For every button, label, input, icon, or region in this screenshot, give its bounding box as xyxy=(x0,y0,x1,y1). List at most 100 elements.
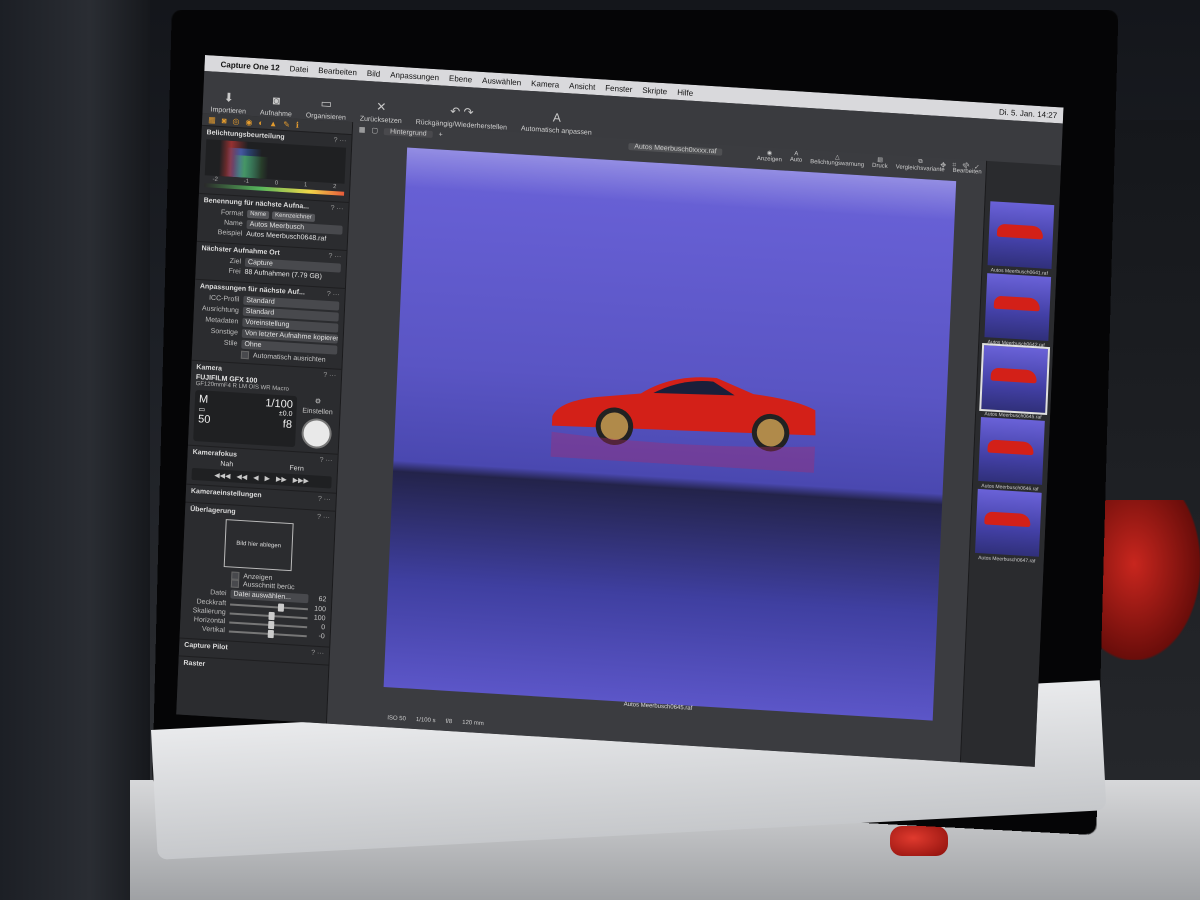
tab-color-icon[interactable]: ◉ xyxy=(245,117,252,126)
print-button[interactable]: ▤ Druck xyxy=(872,156,888,170)
adjustments-panel: Anpassungen für nächste Auf... ? ··· ICC… xyxy=(191,278,345,369)
thumbnail-car xyxy=(993,295,1041,312)
overlay-title-text: Überlagerung xyxy=(190,505,236,516)
slider-knob[interactable] xyxy=(267,629,274,638)
menu-app-name[interactable]: Capture One 12 xyxy=(220,59,279,72)
panel-help-icon[interactable]: ? ··· xyxy=(317,514,330,522)
camera-shutter[interactable]: 1/100 xyxy=(265,397,293,411)
grid-view-icon[interactable]: ▦ xyxy=(359,126,366,134)
auto-align-checkbox[interactable] xyxy=(240,350,250,360)
gear-icon[interactable]: ⚙ xyxy=(315,397,322,405)
tab-lens-icon[interactable]: ◎ xyxy=(232,116,239,125)
filmstrip-thumbnail[interactable]: Autos Meerbusch0642.raf xyxy=(984,273,1052,349)
tab-details-icon[interactable]: ▲ xyxy=(269,119,277,128)
folder-icon: ▭ xyxy=(320,96,333,111)
overlay-slider-value: -0 xyxy=(318,632,325,641)
tab-exposure-icon[interactable]: ◐ xyxy=(258,118,263,127)
menu-ebene[interactable]: Ebene xyxy=(449,73,472,83)
camera-settings-panel-title[interactable]: Kameraeinstellungen ? ··· xyxy=(191,488,331,504)
filmstrip-thumbnail[interactable]: Autos Meerbusch0647.raf xyxy=(975,488,1042,565)
format-token-name[interactable]: Name xyxy=(246,209,270,220)
focus-far-small-button[interactable]: ▶ xyxy=(264,474,270,482)
workspace: ▦ ◙ ◎ ◉ ◐ ▲ ✎ ℹ Belichtungsbeurteilung ?… xyxy=(176,112,1061,767)
overlay-panel-title[interactable]: Überlagerung ? ··· xyxy=(190,506,330,522)
add-icon[interactable]: + xyxy=(438,131,442,138)
scale-tick: 2 xyxy=(332,184,337,191)
exposure-warning-button[interactable]: △ Belichtungswarnung xyxy=(810,152,865,169)
focus-near-medium-button[interactable]: ◀◀ xyxy=(236,473,247,482)
reset-button[interactable]: ✕ Zurücksetzen xyxy=(360,99,403,126)
panel-help-icon[interactable]: ? ··· xyxy=(319,457,332,465)
import-button[interactable]: ⬇ Importieren xyxy=(210,89,246,115)
panel-help-icon[interactable]: ? ··· xyxy=(333,137,346,145)
slider-knob[interactable] xyxy=(268,611,275,620)
focus-far-medium-button[interactable]: ▶▶ xyxy=(276,475,287,484)
camera-side: ⚙ Einstellen xyxy=(299,396,335,450)
panel-help-icon[interactable]: ? ··· xyxy=(323,372,336,380)
auto-button[interactable]: A Auto xyxy=(790,151,803,165)
menu-anpassungen[interactable]: Anpassungen xyxy=(390,70,439,82)
thumbnail-label: Autos Meerbusch0647.raf xyxy=(978,555,1036,565)
panel-help-icon[interactable]: ? ··· xyxy=(330,205,343,213)
menu-bearbeiten[interactable]: Bearbeiten xyxy=(318,65,357,76)
slider-knob[interactable] xyxy=(278,602,285,612)
panel-help-icon[interactable]: ? ··· xyxy=(311,650,324,658)
slider-knob[interactable] xyxy=(268,620,275,629)
grid-panel-title[interactable]: Raster xyxy=(183,660,323,676)
overlay-crop-label: Ausschnitt berüc xyxy=(242,580,295,591)
menu-hilfe[interactable]: Hilfe xyxy=(677,87,693,97)
panel-help-icon[interactable]: ? ··· xyxy=(318,496,331,504)
tab-library-icon[interactable]: ▦ xyxy=(208,115,216,124)
overlay-slider-label: Deckkraft xyxy=(196,598,227,608)
tab-capture-icon[interactable]: ◙ xyxy=(222,116,227,125)
shutter-button[interactable] xyxy=(300,417,333,450)
menu-auswaehlen[interactable]: Auswählen xyxy=(482,75,521,86)
camera-aperture[interactable]: f8 xyxy=(283,418,293,431)
focus-near-large-button[interactable]: ◀◀◀ xyxy=(214,471,230,480)
menu-skripte[interactable]: Skripte xyxy=(642,85,667,96)
camera-mode[interactable]: M xyxy=(199,393,209,406)
focus-mask-button[interactable]: ◉ Anzeigen xyxy=(756,149,783,164)
styles-label: Stile xyxy=(223,339,238,348)
tab-metadata-icon[interactable]: ℹ xyxy=(296,120,299,129)
single-view-icon[interactable]: ▢ xyxy=(371,126,378,134)
thumbnail-car xyxy=(996,223,1044,240)
menu-fenster[interactable]: Fenster xyxy=(605,83,632,94)
menu-bild[interactable]: Bild xyxy=(367,68,381,78)
overlay-slider[interactable] xyxy=(228,629,307,638)
collection-select[interactable]: Hintergrund xyxy=(383,127,433,138)
overlay-slider[interactable] xyxy=(230,602,308,612)
filmstrip-thumbnail[interactable]: Autos Meerbusch0645.raf xyxy=(979,342,1051,421)
menu-datei[interactable]: Datei xyxy=(289,64,308,74)
focus-title-text: Kamerafokus xyxy=(192,448,238,459)
focus-far-large-button[interactable]: ▶▶▶ xyxy=(293,476,309,485)
overlay-slider[interactable] xyxy=(229,620,308,629)
camera-iso[interactable]: 50 xyxy=(198,413,211,426)
edit-button[interactable]: ✎ Bearbeiten xyxy=(952,161,982,176)
camera-settings-button[interactable]: Einstellen xyxy=(302,408,333,417)
capture-pilot-panel-title[interactable]: Capture Pilot ? ··· xyxy=(184,642,324,658)
camera-settings-title-text: Kameraeinstellungen xyxy=(190,487,262,500)
menu-kamera[interactable]: Kamera xyxy=(531,78,559,89)
focus-near-small-button[interactable]: ◀ xyxy=(253,474,259,482)
capture-button[interactable]: ◙ Aufnahme xyxy=(260,92,293,118)
print-label: Druck xyxy=(871,162,888,170)
panel-help-icon[interactable]: ? ··· xyxy=(327,291,340,299)
overlay-crop-checkbox[interactable] xyxy=(230,579,240,588)
format-token-counter[interactable]: Kennzeichner xyxy=(271,211,315,222)
tab-adjust-icon[interactable]: ✎ xyxy=(283,119,290,128)
compare-button[interactable]: ⧉ Vergleichsvariante xyxy=(896,157,946,174)
overlay-slider[interactable] xyxy=(229,611,308,620)
overlay-drop-zone[interactable]: Bild hier ablegen xyxy=(223,519,294,572)
panel-help-icon[interactable]: ? ··· xyxy=(328,253,341,261)
overlay-slider-value: 0 xyxy=(321,624,326,632)
exposure-panel: Belichtungsbeurteilung ? ··· -2 -1 0 1 2 xyxy=(198,124,352,203)
exif-focal-length: 120 mm xyxy=(462,719,484,728)
metadata-label: Metadaten xyxy=(205,316,239,326)
organize-button[interactable]: ▭ Organisieren xyxy=(306,95,347,122)
menu-ansicht[interactable]: Ansicht xyxy=(569,81,596,92)
target-label: Ziel xyxy=(229,257,242,266)
filmstrip-thumbnail[interactable]: Autos Meerbusch0641.raf xyxy=(987,201,1055,277)
filmstrip-thumbnail[interactable]: Autos Meerbusch0646.raf xyxy=(978,416,1045,493)
focus-mask-label: Anzeigen xyxy=(756,155,782,164)
